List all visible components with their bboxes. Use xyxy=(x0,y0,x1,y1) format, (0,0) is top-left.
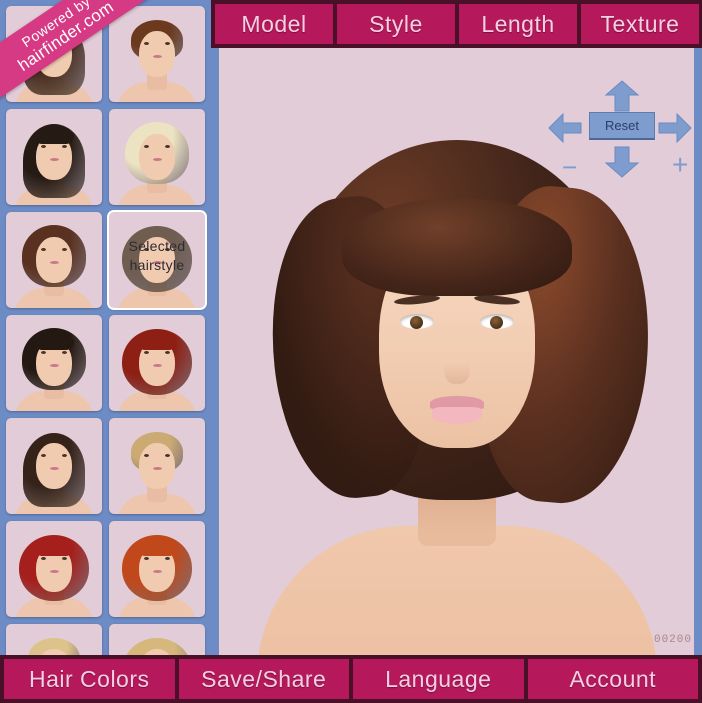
image-transform-controls: Reset − + xyxy=(548,80,696,184)
tab-label: Length xyxy=(481,10,555,37)
bottom-button-label: Hair Colors xyxy=(28,665,150,692)
tab-style[interactable]: Style xyxy=(337,4,455,44)
move-right-arrow-icon[interactable] xyxy=(658,113,692,143)
tab-length[interactable]: Length xyxy=(459,4,577,44)
thumb-mouth xyxy=(49,569,59,573)
model-iris-right xyxy=(489,316,503,329)
thumb-fringe xyxy=(137,544,177,557)
thumb-mouth xyxy=(152,363,162,367)
thumb-mouth xyxy=(152,260,162,264)
bottom-button-label: Account xyxy=(569,665,657,692)
thumb-face xyxy=(36,236,72,283)
hairstyle-thumbnail-grid: Selected hairstyle xyxy=(6,6,211,656)
thumb-mouth xyxy=(49,363,59,367)
tab-label: Style xyxy=(369,10,423,37)
bottom-button-bar: Hair Colors Save/Share Language Account xyxy=(0,655,702,703)
zoom-out-button[interactable]: − xyxy=(562,154,577,180)
thumbnail-portrait xyxy=(6,212,102,308)
thumb-face xyxy=(36,30,72,77)
hairstyle-thumbnail-3[interactable] xyxy=(6,109,102,205)
model-nose xyxy=(443,348,470,384)
thumb-fringe xyxy=(34,132,74,145)
thumbnail-portrait xyxy=(109,6,205,102)
move-left-arrow-icon[interactable] xyxy=(548,113,582,143)
hairstyle-thumbnail-11[interactable] xyxy=(6,521,102,617)
model-hair-fringe xyxy=(341,198,572,296)
thumbnail-portrait xyxy=(109,521,205,617)
bottom-button-label: Language xyxy=(385,665,492,692)
thumb-face xyxy=(139,133,175,180)
thumbnail-portrait xyxy=(6,624,102,656)
bottom-button-language[interactable]: Language xyxy=(353,659,524,699)
bottom-button-save-share[interactable]: Save/Share xyxy=(178,659,349,699)
photo-reference-code: 00200 xyxy=(653,634,692,646)
hairstyle-thumbnail-9[interactable] xyxy=(6,418,102,514)
thumb-fringe xyxy=(137,338,177,351)
tab-texture[interactable]: Texture xyxy=(581,4,699,44)
hairstyle-thumbnail-1[interactable] xyxy=(6,6,102,102)
thumb-fringe xyxy=(34,544,74,557)
hairstyle-thumbnail-2[interactable] xyxy=(109,6,205,102)
model-lower-lip xyxy=(431,407,482,424)
zoom-in-button[interactable]: + xyxy=(672,151,688,179)
hairstyle-thumbnail-6[interactable]: Selected hairstyle xyxy=(109,212,205,308)
thumbnail-portrait xyxy=(109,109,205,205)
thumb-mouth xyxy=(152,569,162,573)
thumb-face xyxy=(139,442,175,489)
thumbnail-portrait xyxy=(6,109,102,205)
thumb-mouth xyxy=(49,157,59,161)
hairstyle-app-window: Selected hairstyle Model Style Length Textur… xyxy=(0,0,702,703)
hairstyle-thumbnail-5[interactable] xyxy=(6,212,102,308)
thumb-mouth xyxy=(49,54,59,58)
thumb-fringe xyxy=(34,338,74,351)
model-preview-stage: Reset − + 00200 xyxy=(211,48,702,656)
tab-model[interactable]: Model xyxy=(215,4,333,44)
thumbnail-portrait xyxy=(109,418,205,514)
move-up-arrow-icon[interactable] xyxy=(604,80,640,112)
top-tab-bar: Model Style Length Texture xyxy=(211,0,702,48)
model-iris-left xyxy=(409,316,423,329)
thumbnail-portrait xyxy=(6,315,102,411)
thumb-face xyxy=(139,236,175,283)
hairstyle-thumbnail-4[interactable] xyxy=(109,109,205,205)
thumb-mouth xyxy=(49,260,59,264)
thumbnail-portrait xyxy=(6,6,102,102)
hairstyle-thumbnail-14[interactable] xyxy=(109,624,205,656)
bottom-button-label: Save/Share xyxy=(201,665,327,692)
hairstyle-gallery-sidebar[interactable]: Selected hairstyle xyxy=(0,0,211,656)
bottom-button-account[interactable]: Account xyxy=(527,659,698,699)
hairstyle-thumbnail-12[interactable] xyxy=(109,521,205,617)
tab-label: Model xyxy=(241,10,307,37)
thumb-mouth xyxy=(152,466,162,470)
thumb-mouth xyxy=(152,54,162,58)
bottom-button-hair-colors[interactable]: Hair Colors xyxy=(4,659,175,699)
thumbnail-portrait xyxy=(6,521,102,617)
thumbnail-portrait xyxy=(109,624,205,656)
reset-button-label: Reset xyxy=(605,118,639,133)
hairstyle-thumbnail-13[interactable] xyxy=(6,624,102,656)
move-down-arrow-icon[interactable] xyxy=(604,146,640,178)
thumb-face xyxy=(139,30,175,77)
hairstyle-thumbnail-8[interactable] xyxy=(109,315,205,411)
tab-label: Texture xyxy=(600,10,680,37)
hairstyle-thumbnail-7[interactable] xyxy=(6,315,102,411)
reset-button[interactable]: Reset xyxy=(589,112,655,140)
thumb-mouth xyxy=(152,157,162,161)
thumbnail-portrait xyxy=(109,212,205,308)
thumbnail-portrait xyxy=(6,418,102,514)
thumbnail-portrait xyxy=(109,315,205,411)
hairstyle-thumbnail-10[interactable] xyxy=(109,418,205,514)
thumb-face xyxy=(36,442,72,489)
thumb-mouth xyxy=(49,466,59,470)
